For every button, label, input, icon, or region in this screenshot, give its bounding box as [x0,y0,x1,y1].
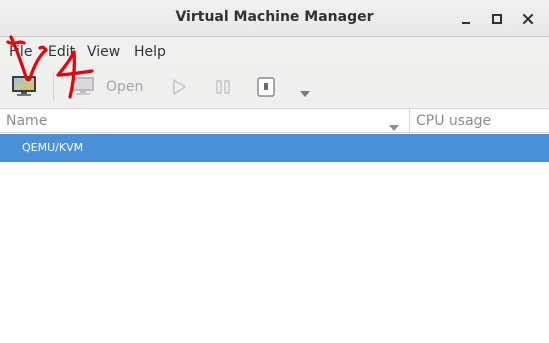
menu-help[interactable]: Help [134,44,166,60]
connection-row[interactable]: QEMU/KVM [0,134,549,162]
maximize-button[interactable] [485,7,509,31]
minimize-icon [462,22,470,24]
monitor-new-icon [12,76,36,96]
toolbar-separator [53,73,54,101]
shutdown-button[interactable] [256,76,276,102]
shutdown-menu-button[interactable] [299,83,311,102]
chevron-down-icon [389,125,399,131]
menu-view[interactable]: View [87,44,120,60]
close-icon [522,13,534,25]
column-header-cpu-usage[interactable]: CPU usage [416,113,491,129]
run-button[interactable] [170,78,188,100]
menu-edit[interactable]: Edit [48,44,75,60]
minimize-button[interactable] [454,7,478,31]
pause-button[interactable] [214,78,232,100]
pause-icon [216,80,230,94]
menu-file[interactable]: File [9,44,32,60]
connection-label: QEMU/KVM [22,141,84,154]
maximize-icon [492,14,502,24]
title-bar[interactable]: Virtual Machine Manager [0,0,549,37]
chevron-down-icon [300,91,310,97]
open-label[interactable]: Open [106,79,143,95]
menu-bar: File Edit View Help [0,37,549,66]
monitor-icon [72,77,94,95]
toolbar: Open [0,66,549,109]
close-button[interactable] [516,7,540,31]
play-icon [173,79,186,95]
power-icon [257,77,275,97]
column-divider[interactable] [409,109,410,133]
new-vm-button[interactable] [11,75,37,101]
column-headers: Name CPU usage [0,109,549,133]
open-button[interactable] [71,76,95,100]
app-window: Virtual Machine Manager File Edit View H… [0,0,549,343]
column-header-name[interactable]: Name [6,113,47,129]
